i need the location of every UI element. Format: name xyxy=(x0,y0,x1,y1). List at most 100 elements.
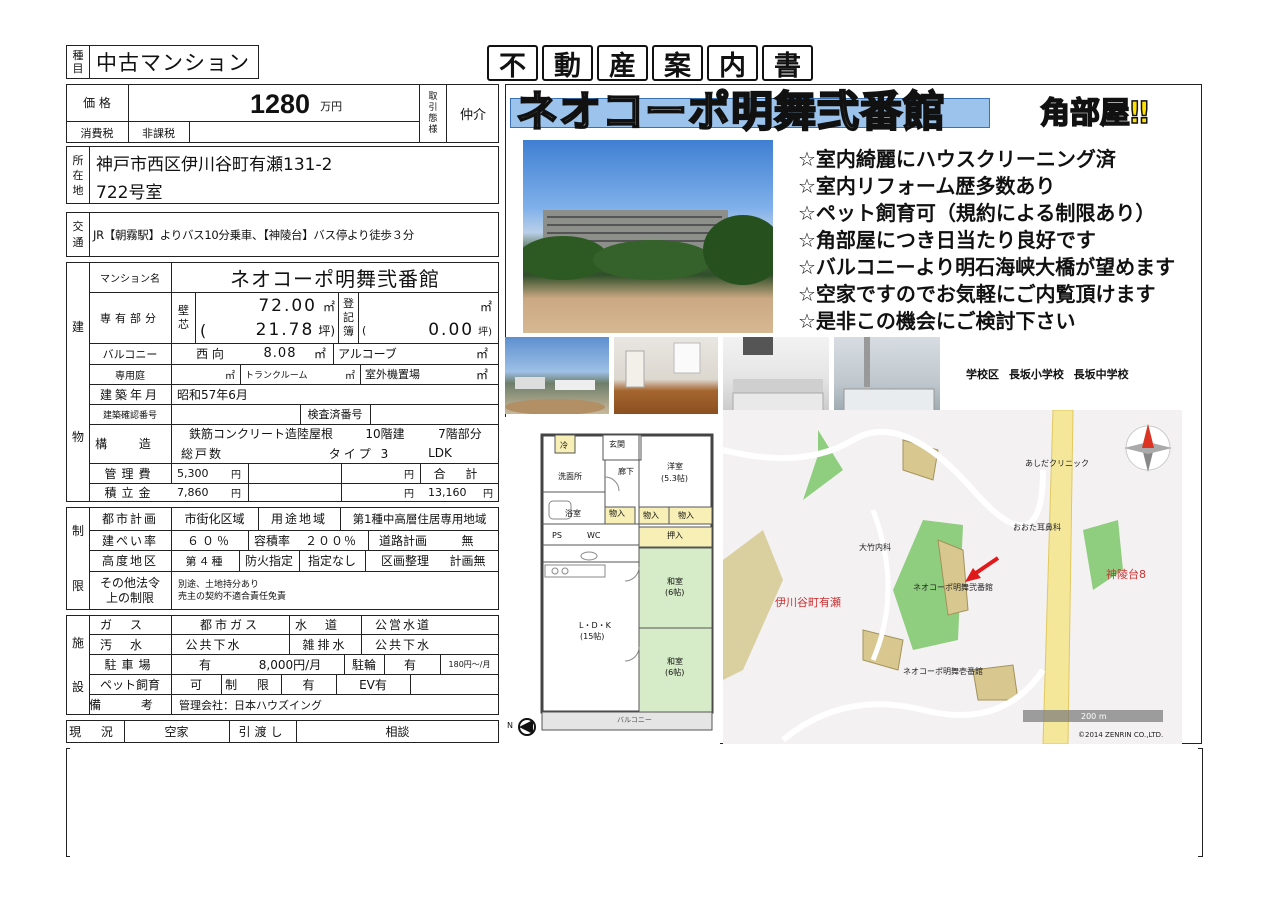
drain-value: 公共下水 xyxy=(374,637,431,652)
area-tsubo: 21.78 xyxy=(255,320,315,340)
road-value: 無 xyxy=(461,533,474,548)
map-label-clinic-2: おおた耳鼻科 xyxy=(1013,523,1061,532)
far-value: ２００％ xyxy=(304,533,357,548)
mansion-name-label: マンション名 xyxy=(100,273,160,285)
location-label: 所在地 xyxy=(72,153,84,197)
built-value: 昭和57年6月 xyxy=(177,387,248,402)
deal-type-value: 仲介 xyxy=(459,108,486,123)
gas-label: ガス xyxy=(99,618,160,632)
bike-fee: 180円～/月 xyxy=(448,659,491,669)
area-tsubo-unit: 坪) xyxy=(318,323,335,338)
deal-type-label: 取引態様 xyxy=(428,91,438,135)
price-value: 1280 xyxy=(250,89,311,119)
alcove-label: アルコーブ xyxy=(338,347,397,361)
map-copyright: ©2014 ZENRIN CO.,LTD. xyxy=(1078,731,1164,739)
mgmt-fee-yen-2: 円 xyxy=(404,469,414,481)
registry-tsubo: 0.00 xyxy=(428,320,475,340)
fp-closet-2: 物入 xyxy=(643,511,659,520)
mgmt-fee-label: 管理費 xyxy=(104,466,156,481)
mgmt-fee-value: 5,300 xyxy=(177,466,209,480)
registry-sqm-unit: ㎡ xyxy=(479,299,492,314)
note-value: 管理会社：日本ハウズイング xyxy=(179,698,322,712)
map-label-other: ネオコーポ明舞壱番館 xyxy=(903,667,983,676)
fp-japanese-1: 和室 xyxy=(667,577,683,586)
map-label-kindergarten: 大竹内科 xyxy=(859,543,891,552)
sewage-value: 公共下水 xyxy=(185,637,242,652)
area-sqm: 72.00 xyxy=(258,296,317,316)
other-restrictions-text: 別途、土地持分あり 売主の契約不適合責任免責 xyxy=(178,579,287,602)
area-map: 伊川谷町有瀬 ネオコーポ明舞弐番館 ネオコーポ明舞壱番館 大竹内科 あしだクリニ… xyxy=(723,410,1182,744)
balcony-label: バルコニー xyxy=(102,347,158,361)
living-room-photo xyxy=(614,337,718,414)
trunk-room-label: トランクルーム xyxy=(245,370,308,381)
school-district: 学校区 長坂小学校 長坂中学校 xyxy=(966,368,1129,381)
registry-label: 登記簿 xyxy=(343,296,354,338)
reserve-yen-2: 円 xyxy=(404,489,414,500)
water-label: 水道 xyxy=(294,618,355,632)
bcr-label: 建ぺい率 xyxy=(101,533,158,548)
building-exterior-photo xyxy=(523,140,773,333)
registry-paren: ( xyxy=(362,323,367,337)
price-unit: 万円 xyxy=(320,100,343,113)
total-units-label: 総戸数 xyxy=(181,446,224,461)
status-value: 空家 xyxy=(164,725,189,739)
promo-banner-text: ネオコーポ明舞弐番館 xyxy=(515,86,947,137)
sewage-label: 汚水 xyxy=(99,637,160,652)
area-sqm-unit: ㎡ xyxy=(322,299,335,314)
garden-unit: ㎡ xyxy=(225,370,235,382)
property-type-label: 種目 xyxy=(72,49,84,75)
building-label: 建物 xyxy=(71,320,84,444)
height-label: 高度地区 xyxy=(101,554,158,568)
promo-point: ☆バルコニーより明石海峡大橋が望めます xyxy=(798,255,1176,279)
fp-ldk: L・D・K xyxy=(579,621,611,630)
floor-part-value: 7階部分 xyxy=(438,427,482,441)
promo-point: ☆室内リフォーム歴多数あり xyxy=(798,174,1056,198)
area-label: 専有部分 xyxy=(100,311,160,325)
tax-label: 消費税 xyxy=(80,126,114,140)
reserve-label: 積立金 xyxy=(104,486,156,500)
city-plan-label: 都市計画 xyxy=(101,512,158,526)
promo-point: ☆角部屋につき日当たり良好です xyxy=(798,228,1096,252)
transport-text: JR【朝霧駅】よりバス10分乗車、【神陵台】バス停より徒歩３分 xyxy=(93,227,415,242)
fire-value: 指定なし xyxy=(307,554,356,568)
inspect-label: 検査済番号 xyxy=(307,408,363,421)
fp-western-room: 洋室 xyxy=(667,462,683,471)
pet-value: 可 xyxy=(189,677,202,692)
pet-limit-label: 制 限 xyxy=(225,677,277,692)
promo-point: ☆室内綺麗にハウスクリーニング済 xyxy=(798,147,1116,171)
gas-value: 都市ガス xyxy=(199,618,260,632)
layout-value: LDK xyxy=(428,446,452,460)
fp-entrance: 玄関 xyxy=(609,440,625,449)
view-photo xyxy=(505,337,609,414)
restrictions-label: 制限 xyxy=(71,523,84,593)
fp-japanese-2-size: (6帖) xyxy=(665,668,685,677)
document-title: 不 動 産 案 内 書 xyxy=(487,45,813,82)
price-label: 価 格 xyxy=(83,96,111,110)
fp-ldk-size: (15帖) xyxy=(580,632,605,641)
kitchen-photo xyxy=(723,337,829,414)
location-line1: 神戸市西区伊川谷町有瀬131-2 xyxy=(96,154,333,175)
structure-label: 構 造 xyxy=(95,437,165,451)
outdoor-unit-unit: ㎡ xyxy=(475,367,488,382)
bcr-value: ６０％ xyxy=(186,533,232,548)
reserve-value: 7,860 xyxy=(177,486,209,499)
outdoor-unit-label: 室外機置場 xyxy=(365,368,420,381)
fire-label: 防火指定 xyxy=(244,554,293,568)
alcove-unit: ㎡ xyxy=(475,347,488,361)
fp-japanese-2: 和室 xyxy=(667,657,683,666)
ev-value: EV有 xyxy=(359,677,387,692)
status-label: 現 況 xyxy=(69,725,121,739)
structure-value: 鉄筋コンクリート造陸屋根 xyxy=(189,427,334,441)
map-label-town: 神陵台8 xyxy=(1106,568,1146,581)
price-value-wrap: 1280 万円 xyxy=(250,86,342,120)
fp-balcony: バルコニー xyxy=(617,716,652,724)
pet-limit-value: 有 xyxy=(302,677,315,692)
floors-value: 10階建 xyxy=(365,427,405,441)
fp-ps: PS xyxy=(552,531,562,540)
total-label: 合 計 xyxy=(433,466,486,481)
fp-washroom: 洗面所 xyxy=(558,472,582,481)
fp-oshiire: 押入 xyxy=(667,531,683,540)
promo-corner-text: 角部屋‼ xyxy=(1039,95,1149,132)
balcony-area: 8.08 xyxy=(263,346,297,361)
fp-closet-1: 物入 xyxy=(609,509,625,518)
